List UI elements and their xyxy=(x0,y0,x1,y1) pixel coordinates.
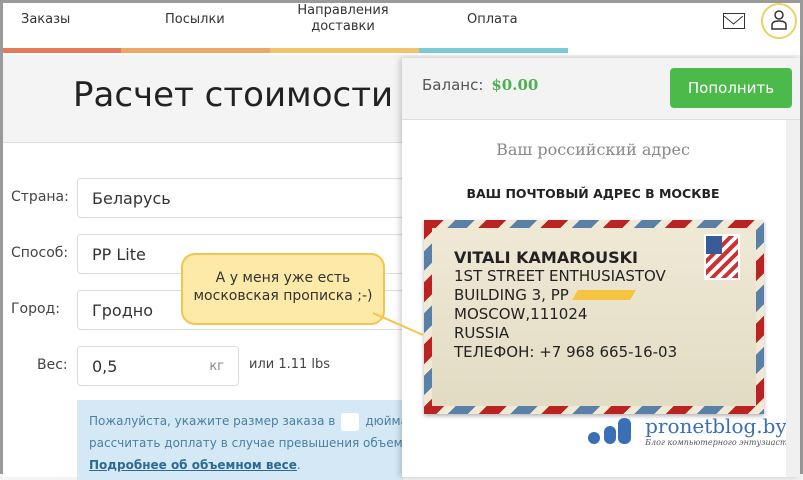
address-line: 1ST STREET ENTHUSIASTOV xyxy=(454,267,666,285)
balance: Баланс: $0.00 xyxy=(422,76,538,94)
weight-label: Вес: xyxy=(37,357,68,373)
info-text: рассчитать доплату в случае превышения о… xyxy=(89,436,403,450)
address-subtitle: Ваш российский адрес xyxy=(496,140,690,159)
mail-icon[interactable] xyxy=(723,13,745,29)
watermark-site: pronetblog.by xyxy=(645,414,787,438)
address-line: MOSCOW,111024 xyxy=(454,305,588,323)
method-label: Способ: xyxy=(11,245,69,261)
nav-strip-destinations xyxy=(270,48,419,53)
panel-scrollbar[interactable] xyxy=(786,120,800,477)
nav-payment[interactable]: Оплата xyxy=(467,12,518,28)
nav-strip-payment xyxy=(419,48,568,53)
top-up-button[interactable]: Пополнить xyxy=(670,68,792,108)
address-name: VITALI KAMAROUSKI xyxy=(454,248,638,267)
title-area: Расчет стоимости до xyxy=(3,55,448,143)
inches-checkbox[interactable] xyxy=(341,412,360,431)
nav-strip-parcels xyxy=(121,48,270,53)
weight-unit: кг xyxy=(209,359,224,374)
country-label: Страна: xyxy=(11,189,69,205)
us-flag-stamp-icon xyxy=(704,234,740,280)
weight-input[interactable]: 0,5 кг xyxy=(77,346,239,386)
top-nav: Заказы Посылки Направления доставки Опла… xyxy=(3,3,800,55)
balance-value: $0.00 xyxy=(491,76,539,94)
weight-value: 0,5 xyxy=(92,357,118,376)
address-line: RUSSIA xyxy=(454,324,510,342)
balance-label: Баланс: xyxy=(422,76,484,94)
weight-lbs: или 1.11 lbs xyxy=(249,357,331,372)
account-dropdown: Баланс: $0.00 Пополнить Ваш российский ад… xyxy=(402,58,800,477)
nav-orders[interactable]: Заказы xyxy=(21,12,70,28)
volume-weight-link[interactable]: Подробнее об объемном весе xyxy=(89,458,297,472)
volume-info: Пожалуйста, укажите размер заказа в дюйма… xyxy=(77,400,403,480)
redaction-marker xyxy=(571,290,636,300)
address-text: VITALI KAMAROUSKI 1ST STREET ENTHUSIASTO… xyxy=(454,248,677,362)
info-dot: . xyxy=(296,458,301,472)
watermark-tagline: Блог компьютерного энтузиаста xyxy=(645,438,793,447)
callout-pointer xyxy=(373,312,424,336)
city-label: Город: xyxy=(11,301,60,317)
address-line: BUILDING 3, PP xyxy=(454,286,677,305)
callout-bubble: А у меня уже есть московская прописка ;-… xyxy=(181,253,385,325)
logo-bars-icon xyxy=(584,414,634,450)
watermark-logo: pronetblog.by Блог компьютерного энтузиас… xyxy=(584,414,792,450)
nav-destinations[interactable]: Направления доставки xyxy=(293,3,393,35)
address-envelope: VITALI KAMAROUSKI 1ST STREET ENTHUSIASTO… xyxy=(424,220,764,414)
info-text: дюйма xyxy=(365,414,403,428)
balance-header: Баланс: $0.00 Пополнить xyxy=(402,58,800,120)
nav-parcels[interactable]: Посылки xyxy=(165,12,225,28)
address-phone: ТЕЛЕФОН: +7 968 665-16-03 xyxy=(454,343,678,361)
page-title: Расчет стоимости до xyxy=(73,75,449,115)
country-select[interactable]: Беларусь xyxy=(77,178,407,218)
user-icon[interactable] xyxy=(761,3,797,39)
address-heading: ВАШ ПОЧТОВЫЙ АДРЕС В МОСКВЕ xyxy=(466,186,720,201)
address-line2: BUILDING 3, PP xyxy=(454,286,569,304)
info-text: Пожалуйста, укажите размер заказа в xyxy=(89,414,336,428)
nav-strip-orders xyxy=(3,48,121,53)
